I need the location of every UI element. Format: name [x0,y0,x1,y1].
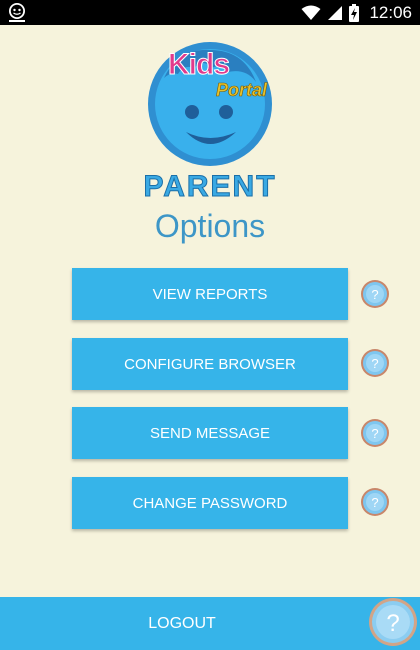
logout-bar: LOGOUT ? [0,597,420,650]
logout-button[interactable]: LOGOUT [0,597,364,650]
help-icon[interactable]: ? [360,348,390,378]
cell-signal-icon [328,5,343,20]
view-reports-button[interactable]: VIEW REPORTS [72,268,348,320]
logo-kids: Kids [167,48,230,82]
configure-browser-button[interactable]: CONFIGURE BROWSER [72,338,348,390]
svg-text:?: ? [371,356,378,371]
help-icon[interactable]: ? [360,418,390,448]
status-bar: 12:06 [0,0,420,25]
status-time: 12:06 [369,2,412,22]
help-icon[interactable]: ? [360,279,390,309]
svg-text:?: ? [371,495,378,510]
page-title: Options [154,208,266,244]
app-notification-icon [9,3,25,22]
help-icon[interactable]: ? [366,595,420,649]
help-icon[interactable]: ? [360,487,390,517]
svg-text:?: ? [371,426,378,441]
change-password-button[interactable]: CHANGE PASSWORD [72,477,348,529]
wifi-icon [301,5,321,20]
svg-text:?: ? [371,287,378,302]
svg-text:?: ? [386,610,399,637]
brand-parent-text: PARENT [143,170,277,204]
logo-portal-text: Portal [216,80,268,101]
logo-kids-text: Kids [167,48,230,82]
battery-charging-icon [349,3,360,22]
send-message-button[interactable]: SEND MESSAGE [72,407,348,459]
